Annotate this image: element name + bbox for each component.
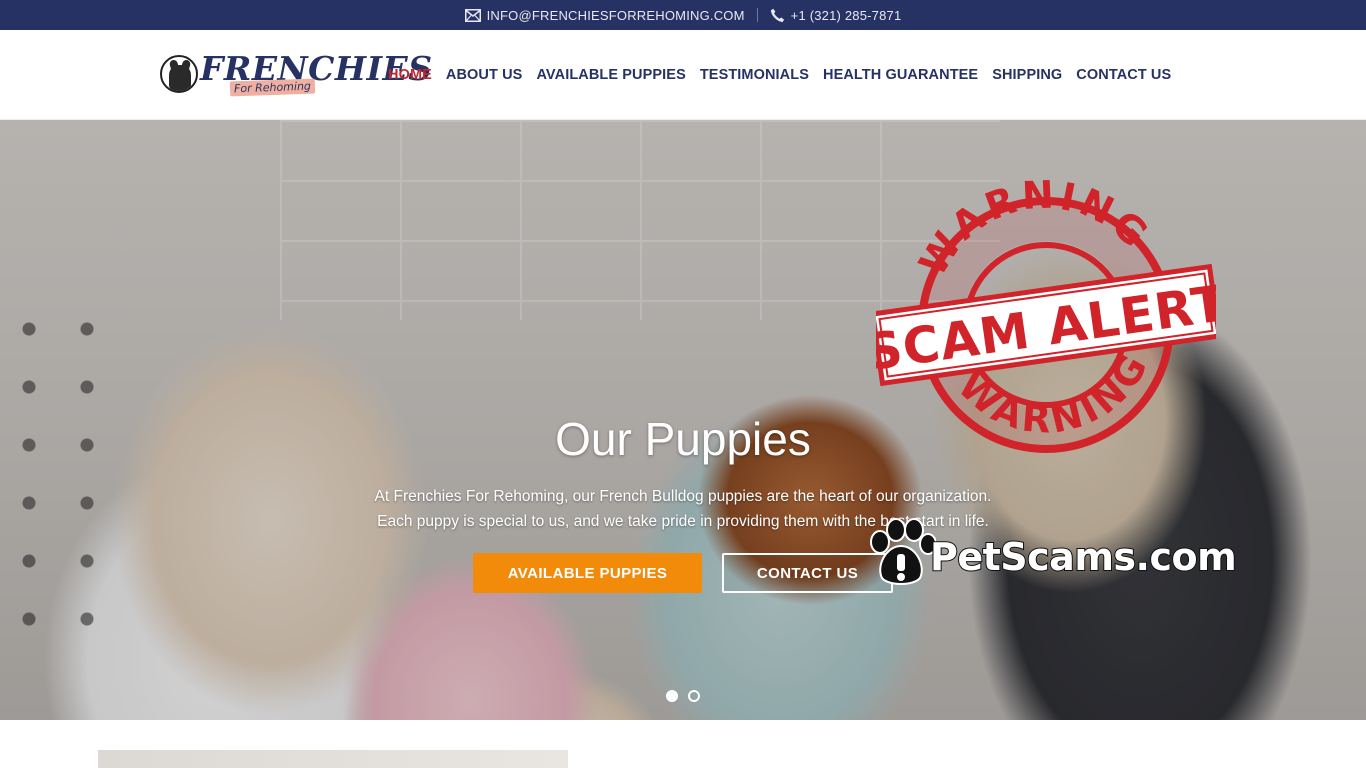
slide-dot-1[interactable] — [666, 690, 678, 702]
site-header: FRENCHIES For Rehoming HOME ABOUT US AVA… — [0, 30, 1366, 120]
hero-description: At Frenchies For Rehoming, our French Bu… — [0, 484, 1366, 534]
phone-icon — [770, 8, 784, 22]
email-text: INFO@FRENCHIESFORREHOMING.COM — [486, 7, 745, 23]
available-puppies-button[interactable]: AVAILABLE PUPPIES — [473, 553, 702, 593]
slide-dot-2[interactable] — [688, 690, 700, 702]
hero-buttons: AVAILABLE PUPPIES CONTACT US — [473, 553, 893, 593]
envelope-icon — [464, 8, 481, 22]
nav-available-puppies[interactable]: AVAILABLE PUPPIES — [529, 67, 692, 83]
nav-health-guarantee[interactable]: HEALTH GUARANTEE — [816, 67, 985, 83]
slider-pagination — [666, 690, 700, 702]
nav-shipping[interactable]: SHIPPING — [985, 67, 1069, 83]
logo-dog-badge-icon — [160, 55, 198, 93]
divider — [756, 8, 758, 22]
nav-testimonials[interactable]: TESTIMONIALS — [693, 67, 816, 83]
petscams-watermark: PetScams.com — [929, 534, 1238, 580]
phone-link[interactable]: +1 (321) 285-7871 — [770, 8, 902, 23]
site-logo[interactable]: FRENCHIES For Rehoming — [160, 51, 432, 99]
scam-alert-stamp: WARNING WARNING SCAM ALERT — [876, 156, 1216, 456]
top-contact-bar: INFO@FRENCHIESFORREHOMING.COM +1 (321) 2… — [0, 0, 1366, 30]
nav-home[interactable]: HOME — [388, 67, 439, 83]
main-nav: HOME ABOUT US AVAILABLE PUPPIES TESTIMON… — [388, 30, 1178, 120]
email-link[interactable]: INFO@FRENCHIESFORREHOMING.COM — [464, 7, 745, 23]
hero-line-1: At Frenchies For Rehoming, our French Bu… — [374, 488, 992, 505]
phone-text: +1 (321) 285-7871 — [790, 7, 902, 23]
section-image — [98, 750, 568, 768]
logo-tagline: For Rehoming — [229, 78, 316, 97]
paw-warning-icon — [870, 518, 936, 585]
nav-about-us[interactable]: ABOUT US — [439, 67, 530, 83]
nav-contact-us[interactable]: CONTACT US — [1069, 67, 1178, 83]
